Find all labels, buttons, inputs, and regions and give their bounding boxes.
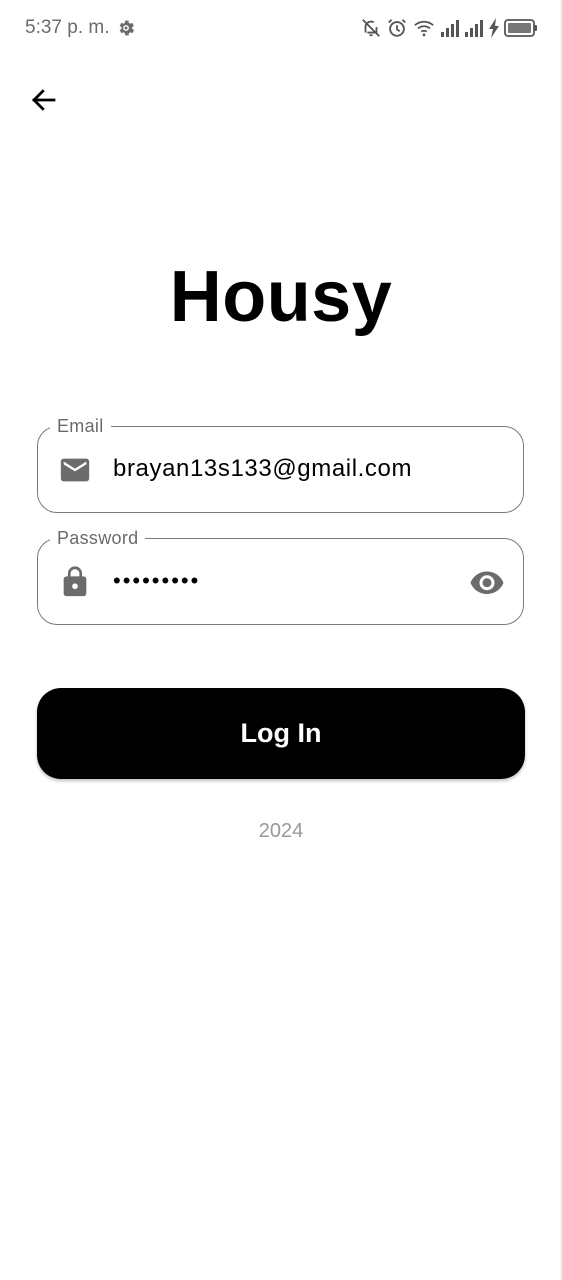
signal-icon bbox=[441, 20, 459, 37]
email-field[interactable]: Email bbox=[37, 414, 524, 513]
status-time: 5:37 p. m. bbox=[25, 17, 110, 38]
email-label: Email bbox=[50, 414, 111, 438]
eye-icon[interactable] bbox=[469, 567, 505, 597]
arrow-left-icon bbox=[32, 89, 56, 111]
app-title: Housy bbox=[169, 257, 393, 337]
wifi-icon bbox=[414, 20, 434, 37]
charging-icon bbox=[489, 18, 499, 38]
email-input[interactable] bbox=[113, 427, 453, 511]
back-button[interactable] bbox=[26, 82, 62, 118]
notifications-off-icon bbox=[362, 19, 380, 37]
footer-year: 2024 bbox=[258, 820, 304, 842]
status-bar: 5:37 p. m. bbox=[0, 0, 562, 56]
status-icons bbox=[360, 16, 538, 40]
battery-icon bbox=[504, 19, 537, 37]
login-button[interactable]: Log In bbox=[37, 688, 525, 779]
lock-icon bbox=[63, 566, 87, 597]
password-field[interactable]: Password bbox=[37, 526, 524, 625]
signal-icon bbox=[465, 20, 483, 37]
password-input[interactable] bbox=[113, 539, 453, 623]
mail-icon bbox=[60, 458, 90, 482]
alarm-icon bbox=[388, 19, 406, 37]
gear-icon bbox=[119, 20, 135, 36]
